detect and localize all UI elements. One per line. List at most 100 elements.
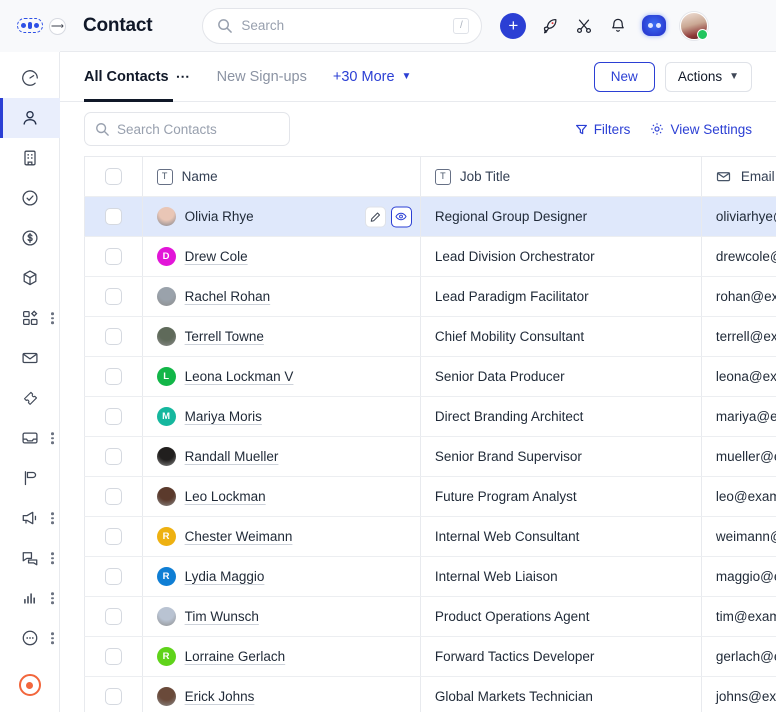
sidebar-item-menu-icon[interactable] — [51, 432, 54, 444]
cell-job-title[interactable]: Lead Paradigm Facilitator — [420, 277, 701, 317]
cell-name[interactable]: RChester Weimann — [142, 517, 420, 557]
ellipsis-icon[interactable]: ⋯ — [176, 68, 191, 85]
sidebar-item-campaigns[interactable] — [0, 458, 60, 498]
cell-job-title[interactable]: Regional Group Designer — [420, 197, 701, 237]
contact-name[interactable]: Terrell Towne — [185, 329, 264, 344]
table-row[interactable]: RLorraine GerlachForward Tactics Develop… — [85, 637, 776, 677]
cell-job-title[interactable]: Product Operations Agent — [420, 597, 701, 637]
cell-name[interactable]: DDrew Cole — [142, 237, 420, 277]
table-row[interactable]: Olivia Rhye Regional Group Designerolivia… — [85, 197, 776, 237]
tab-more[interactable]: +30 More ▼ — [333, 52, 412, 102]
cell-email[interactable]: gerlach@example.com — [701, 637, 776, 677]
column-header-email[interactable]: Email — [701, 157, 776, 197]
table-row[interactable]: Terrell TowneChief Mobility Consultantte… — [85, 317, 776, 357]
row-select-cell[interactable] — [85, 477, 143, 517]
cell-email[interactable]: oliviarhye@example.com — [701, 197, 776, 237]
table-row[interactable]: Erick JohnsGlobal Markets Technicianjohn… — [85, 677, 776, 712]
sidebar-item-email[interactable] — [0, 338, 60, 378]
sidebar-item-dashboard[interactable] — [0, 58, 60, 98]
sidebar-item-tickets[interactable] — [0, 378, 60, 418]
row-select-cell[interactable] — [85, 237, 143, 277]
row-checkbox[interactable] — [105, 608, 122, 625]
column-header-name[interactable]: T Name — [142, 157, 420, 197]
tab-all-contacts[interactable]: All Contacts ⋯ — [84, 52, 191, 102]
contacts-table-container[interactable]: T Name T Job Title — [60, 156, 776, 712]
contact-name[interactable]: Olivia Rhye — [185, 209, 254, 224]
cell-job-title[interactable]: Future Program Analyst — [420, 477, 701, 517]
row-select-cell[interactable] — [85, 637, 143, 677]
row-select-cell[interactable] — [85, 677, 143, 712]
global-search[interactable]: / — [202, 8, 482, 44]
contact-name[interactable]: Drew Cole — [185, 249, 248, 264]
cell-name[interactable]: Erick Johns — [142, 677, 420, 712]
sidebar-item-companies[interactable] — [0, 138, 60, 178]
cell-email[interactable]: drewcole@example.com — [701, 237, 776, 277]
row-checkbox[interactable] — [105, 448, 122, 465]
table-row[interactable]: MMariya MorisDirect Branding Architectma… — [85, 397, 776, 437]
sidebar-item-reports[interactable] — [0, 578, 60, 618]
column-header-job-title[interactable]: T Job Title — [420, 157, 701, 197]
cell-name[interactable]: Rachel Rohan — [142, 277, 420, 317]
row-select-cell[interactable] — [85, 597, 143, 637]
table-row[interactable]: RChester WeimannInternal Web Consultantw… — [85, 517, 776, 557]
table-row[interactable]: Randall MuellerSenior Brand Supervisormu… — [85, 437, 776, 477]
cell-name[interactable]: Leo Lockman — [142, 477, 420, 517]
cell-name[interactable]: Tim Wunsch — [142, 597, 420, 637]
cell-email[interactable]: leona@example.com — [701, 357, 776, 397]
row-select-cell[interactable] — [85, 317, 143, 357]
cell-email[interactable]: terrell@example.com — [701, 317, 776, 357]
row-checkbox[interactable] — [105, 648, 122, 665]
row-checkbox[interactable] — [105, 688, 122, 705]
help-button[interactable] — [0, 672, 60, 712]
row-select-cell[interactable] — [85, 437, 143, 477]
contact-name[interactable]: Erick Johns — [185, 689, 255, 704]
sidebar-item-inbox[interactable] — [0, 418, 60, 458]
row-checkbox[interactable] — [105, 368, 122, 385]
cell-name[interactable]: MMariya Moris — [142, 397, 420, 437]
sidebar-item-menu-icon[interactable] — [51, 552, 54, 564]
sidebar-item-deals[interactable] — [0, 218, 60, 258]
row-checkbox[interactable] — [105, 328, 122, 345]
row-checkbox[interactable] — [105, 528, 122, 545]
cell-email[interactable]: weimann@example.com — [701, 517, 776, 557]
cell-name[interactable]: Terrell Towne — [142, 317, 420, 357]
tab-new-signups[interactable]: New Sign-ups — [217, 52, 307, 102]
sidebar-item-more[interactable] — [0, 618, 60, 658]
cell-job-title[interactable]: Senior Data Producer — [420, 357, 701, 397]
cell-email[interactable]: mariya@example.com — [701, 397, 776, 437]
row-checkbox[interactable] — [105, 568, 122, 585]
contact-name[interactable]: Lorraine Gerlach — [185, 649, 286, 664]
sidebar-item-chat[interactable] — [0, 538, 60, 578]
cell-name[interactable]: LLeona Lockman V — [142, 357, 420, 397]
cell-name[interactable]: RLydia Maggio — [142, 557, 420, 597]
search-contacts-input[interactable] — [117, 122, 294, 137]
cell-name[interactable]: Olivia Rhye — [142, 197, 420, 237]
app-logo-icon[interactable] — [17, 18, 43, 33]
cell-email[interactable]: rohan@example.com — [701, 277, 776, 317]
cell-job-title[interactable]: Lead Division Orchestrator — [420, 237, 701, 277]
view-settings-button[interactable]: View Settings — [650, 122, 752, 137]
cell-job-title[interactable]: Internal Web Consultant — [420, 517, 701, 557]
table-row[interactable]: Rachel RohanLead Paradigm Facilitatorroh… — [85, 277, 776, 317]
row-checkbox[interactable] — [105, 208, 122, 225]
contact-name[interactable]: Tim Wunsch — [185, 609, 259, 624]
cell-email[interactable]: mueller@example.com — [701, 437, 776, 477]
row-checkbox[interactable] — [105, 488, 122, 505]
pencil-icon[interactable] — [365, 206, 386, 227]
row-select-cell[interactable] — [85, 277, 143, 317]
sidebar-item-products[interactable] — [0, 258, 60, 298]
avatar[interactable] — [680, 12, 708, 40]
add-button[interactable]: + — [500, 13, 526, 39]
sidebar-item-menu-icon[interactable] — [51, 632, 54, 644]
bell-icon[interactable] — [608, 16, 628, 36]
rocket-icon[interactable] — [540, 16, 560, 36]
table-row[interactable]: RLydia MaggioInternal Web Liaisonmaggio@… — [85, 557, 776, 597]
cell-job-title[interactable]: Direct Branding Architect — [420, 397, 701, 437]
collapse-sidebar-icon[interactable]: ⟶ — [49, 18, 66, 35]
cell-job-title[interactable]: Senior Brand Supervisor — [420, 437, 701, 477]
row-select-cell[interactable] — [85, 357, 143, 397]
sidebar-item-broadcast[interactable] — [0, 498, 60, 538]
sidebar-item-menu-icon[interactable] — [51, 592, 54, 604]
sidebar-item-tasks[interactable] — [0, 178, 60, 218]
table-row[interactable]: Tim WunschProduct Operations Agenttim@ex… — [85, 597, 776, 637]
